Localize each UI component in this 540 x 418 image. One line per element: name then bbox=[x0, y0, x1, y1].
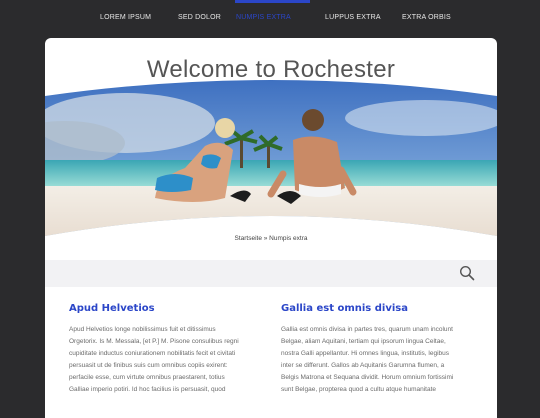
nav-item-numpis-extra[interactable]: NUMPIS EXTRA bbox=[236, 14, 291, 21]
content-card: Welcome to Rochester Startseite » Numpis… bbox=[45, 38, 497, 418]
content-column-left: Apud Helvetios Apud Helvetios longe nobi… bbox=[69, 303, 244, 396]
nav-item-sed-dolor[interactable]: SED DOLOR bbox=[178, 14, 221, 21]
search-icon[interactable] bbox=[459, 265, 475, 281]
breadcrumb[interactable]: Startseite » Numpis extra bbox=[45, 235, 497, 242]
content-column-right: Gallia est omnis divisa Gallia est omnis… bbox=[281, 303, 456, 396]
column-text: Gallia est omnis divisa in partes tres, … bbox=[281, 326, 454, 393]
nav-item-luppus-extra[interactable]: LUPPUS EXTRA bbox=[325, 14, 381, 21]
top-navigation: LOREM IPSUM SED DOLOR NUMPIS EXTRA LUPPU… bbox=[0, 0, 540, 38]
active-nav-indicator bbox=[235, 0, 310, 3]
search-bar[interactable] bbox=[45, 260, 497, 287]
column-heading: Apud Helvetios bbox=[69, 303, 155, 314]
column-text: Apud Helvetios longe nobilissimus fuit e… bbox=[69, 326, 239, 393]
nav-item-extra-orbis[interactable]: EXTRA ORBIS bbox=[402, 14, 451, 21]
hero-image bbox=[45, 80, 497, 236]
column-heading: Gallia est omnis divisa bbox=[281, 303, 408, 314]
nav-item-lorem-ipsum[interactable]: LOREM IPSUM bbox=[100, 14, 151, 21]
